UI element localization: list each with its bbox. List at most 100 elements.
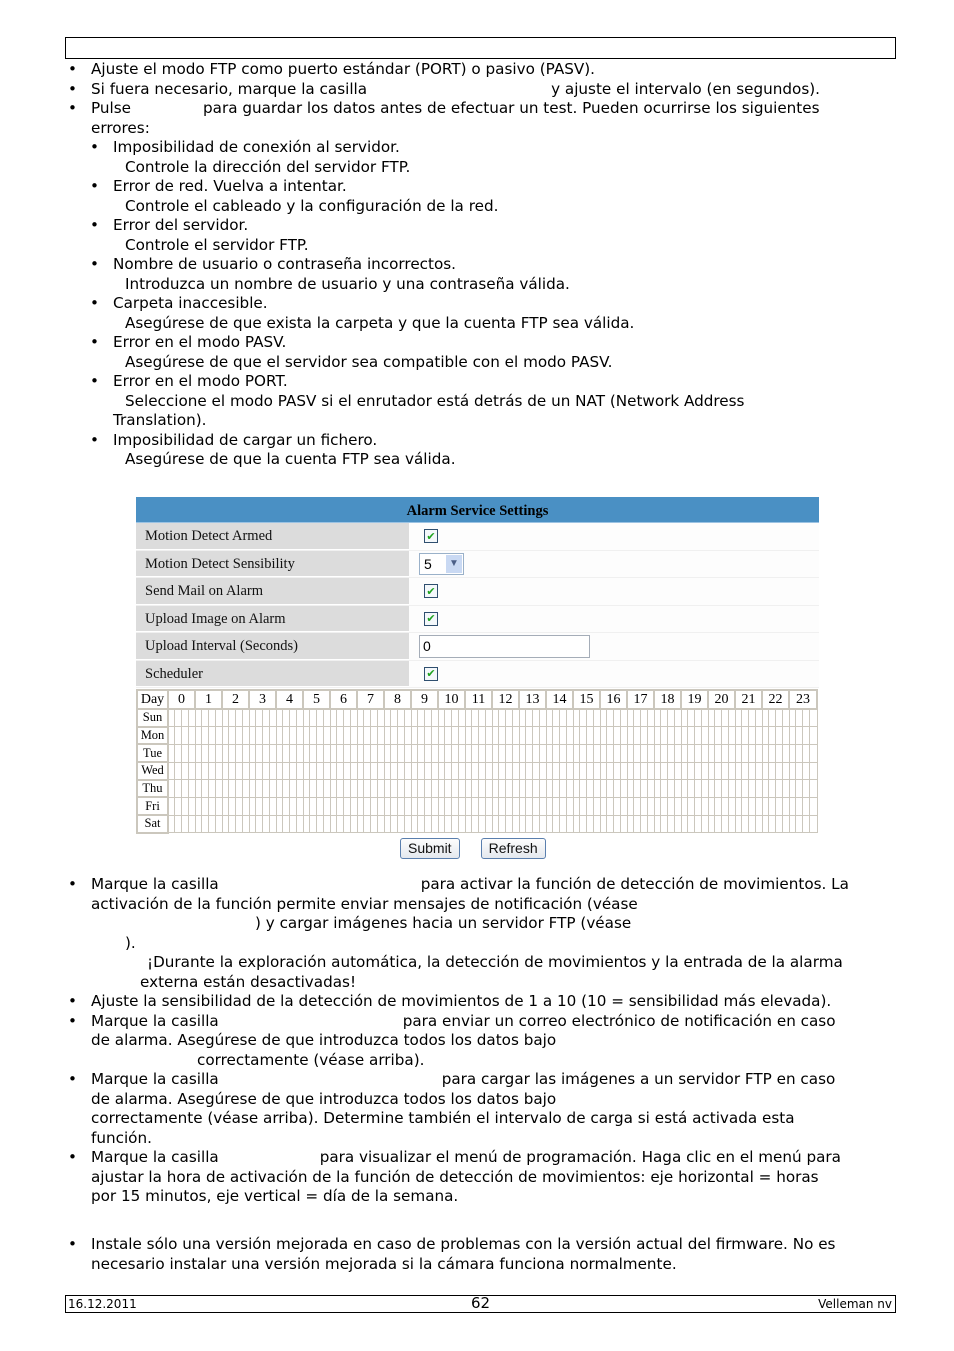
schedule-slot[interactable]	[376, 814, 385, 834]
schedule-slot[interactable]	[268, 814, 277, 834]
schedule-slot[interactable]	[700, 708, 709, 728]
schedule-slot[interactable]	[775, 743, 783, 763]
schedule-slot[interactable]	[241, 814, 250, 834]
schedule-slot[interactable]	[768, 761, 776, 781]
schedule-slot[interactable]	[329, 779, 338, 798]
schedule-slot[interactable]	[289, 779, 297, 798]
schedule-slot[interactable]	[464, 796, 473, 816]
schedule-slot[interactable]	[667, 708, 675, 728]
schedule-slot[interactable]	[376, 743, 385, 763]
schedule-slot[interactable]	[417, 796, 425, 816]
schedule-slot[interactable]	[491, 743, 500, 763]
schedule-slot[interactable]	[235, 814, 243, 834]
schedule-slot[interactable]	[795, 708, 803, 728]
schedule-slot[interactable]	[781, 708, 790, 728]
schedule-slot[interactable]	[619, 708, 628, 728]
schedule-slot[interactable]	[424, 761, 432, 781]
schedule-slot[interactable]	[248, 796, 257, 816]
schedule-slot[interactable]	[559, 779, 567, 798]
schedule-slot[interactable]	[174, 761, 182, 781]
schedule-slot[interactable]	[478, 761, 486, 781]
schedule-slot[interactable]	[788, 761, 797, 781]
schedule-slot[interactable]	[383, 761, 392, 781]
schedule-slot[interactable]	[680, 814, 689, 834]
schedule-slot[interactable]	[484, 726, 493, 745]
schedule-slot[interactable]	[356, 779, 365, 798]
schedule-slot[interactable]	[586, 708, 594, 728]
schedule-slot[interactable]	[471, 814, 479, 834]
schedule-slot[interactable]	[579, 796, 587, 816]
schedule-slot[interactable]	[478, 743, 486, 763]
schedule-slot[interactable]	[680, 743, 689, 763]
schedule-slot[interactable]	[673, 726, 682, 745]
schedule-slot[interactable]	[262, 708, 270, 728]
schedule-slot[interactable]	[471, 761, 479, 781]
schedule-slot[interactable]	[700, 779, 709, 798]
schedule-slot[interactable]	[208, 779, 216, 798]
schedule-slot[interactable]	[201, 726, 209, 745]
schedule-slot[interactable]	[565, 708, 574, 728]
schedule-slot[interactable]	[295, 796, 304, 816]
schedule-slot[interactable]	[532, 726, 540, 745]
schedule-slot[interactable]	[214, 796, 223, 816]
schedule-slot[interactable]	[451, 708, 459, 728]
schedule-slot[interactable]	[640, 814, 648, 834]
schedule-slot[interactable]	[565, 743, 574, 763]
schedule-slot[interactable]	[302, 779, 311, 798]
schedule-slot[interactable]	[363, 761, 371, 781]
schedule-slot[interactable]	[201, 743, 209, 763]
schedule-slot[interactable]	[397, 743, 405, 763]
schedule-slot[interactable]	[721, 726, 729, 745]
schedule-slot[interactable]	[498, 743, 506, 763]
schedule-slot[interactable]	[316, 761, 324, 781]
schedule-slot[interactable]	[788, 779, 797, 798]
schedule-slot[interactable]	[228, 743, 236, 763]
schedule-slot[interactable]	[484, 761, 493, 781]
schedule-slot[interactable]	[559, 814, 567, 834]
schedule-slot[interactable]	[370, 796, 378, 816]
schedule-slot[interactable]	[660, 761, 668, 781]
schedule-slot[interactable]	[680, 761, 689, 781]
schedule-slot[interactable]	[235, 726, 243, 745]
schedule-slot[interactable]	[201, 796, 209, 816]
schedule-slot[interactable]	[802, 814, 810, 834]
schedule-slot[interactable]	[241, 743, 250, 763]
schedule-slot[interactable]	[174, 743, 182, 763]
schedule-slot[interactable]	[167, 726, 176, 745]
schedule-slot[interactable]	[572, 796, 581, 816]
schedule-slot[interactable]	[194, 726, 203, 745]
schedule-slot[interactable]	[167, 779, 176, 798]
schedule-slot[interactable]	[667, 743, 675, 763]
schedule-slot[interactable]	[538, 761, 547, 781]
schedule-slot[interactable]	[221, 796, 230, 816]
schedule-slot[interactable]	[248, 726, 257, 745]
schedule-slot[interactable]	[363, 814, 371, 834]
schedule-slot[interactable]	[322, 796, 331, 816]
schedule-slot[interactable]	[208, 814, 216, 834]
schedule-slot[interactable]	[538, 726, 547, 745]
schedule-slot[interactable]	[181, 761, 189, 781]
schedule-slot[interactable]	[707, 796, 716, 816]
schedule-slot[interactable]	[592, 814, 601, 834]
schedule-slot[interactable]	[802, 796, 810, 816]
schedule-slot[interactable]	[761, 779, 770, 798]
schedule-slot[interactable]	[424, 814, 432, 834]
schedule-slot[interactable]	[464, 761, 473, 781]
schedule-slot[interactable]	[235, 743, 243, 763]
schedule-slot[interactable]	[653, 761, 662, 781]
schedule-slot[interactable]	[498, 708, 506, 728]
schedule-slot[interactable]	[187, 796, 196, 816]
schedule-slot[interactable]	[471, 726, 479, 745]
schedule-slot[interactable]	[491, 814, 500, 834]
schedule-slot[interactable]	[471, 743, 479, 763]
schedule-slot[interactable]	[457, 779, 466, 798]
schedule-slot[interactable]	[478, 726, 486, 745]
schedule-slot[interactable]	[734, 761, 743, 781]
schedule-slot[interactable]	[525, 779, 533, 798]
scheduler-checkbox[interactable]: ✔	[424, 666, 438, 681]
upload-interval-input[interactable]: 0	[419, 634, 590, 658]
schedule-slot[interactable]	[511, 708, 520, 728]
schedule-slot[interactable]	[707, 761, 716, 781]
schedule-slot[interactable]	[613, 708, 621, 728]
schedule-slot[interactable]	[714, 796, 722, 816]
